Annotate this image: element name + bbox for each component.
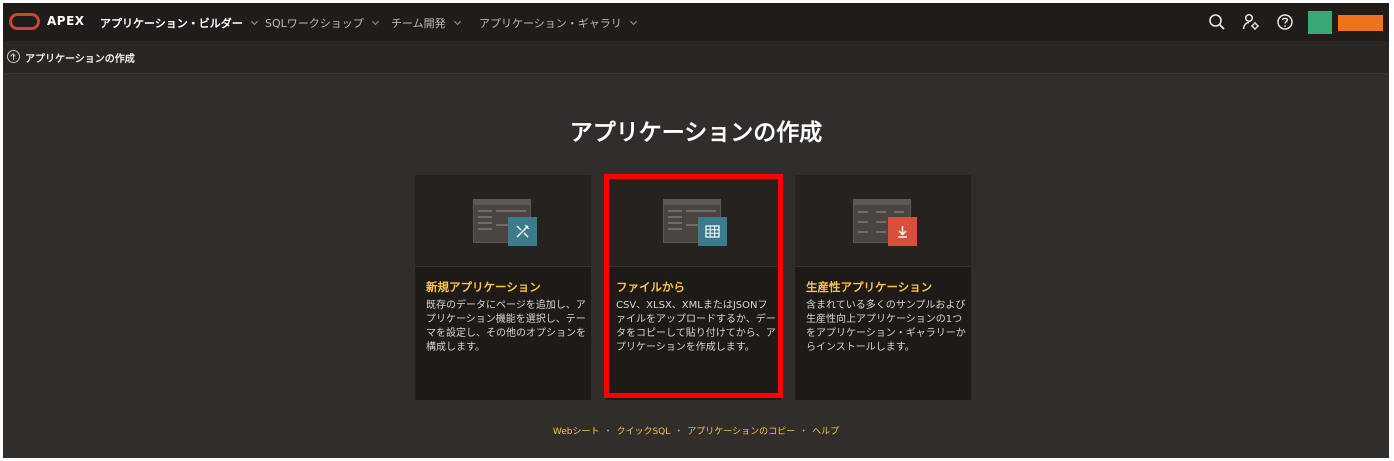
brand-name[interactable]: APEX [47, 14, 85, 28]
card-description: 既存のデータにページを追加し、アプリケーション機能を選択し、テーマを設定し、その… [426, 300, 586, 353]
card-description: 含まれている多くのサンプルおよび生産性向上アプリケーションの1つをアプリケーショ… [806, 300, 966, 353]
download-icon [888, 217, 917, 246]
card-description: CSV、XLSX、XMLまたはJSONファイルをアップロードするか、データをコピ… [616, 300, 776, 353]
search-icon[interactable] [1207, 12, 1227, 32]
nav-team-development-label: チーム開発 [391, 17, 446, 30]
oracle-logo-icon[interactable] [9, 13, 40, 30]
card-illustration-area [415, 175, 591, 267]
card-title: 新規アプリケーション [426, 280, 541, 294]
nav-app-builder[interactable]: アプリケーション・ビルダー [100, 15, 258, 31]
link-quick-sql[interactable]: クイックSQL [616, 427, 670, 437]
link-separator: ・ [799, 427, 809, 437]
card-illustration-area [795, 175, 971, 267]
link-separator: ・ [674, 427, 684, 437]
table-icon [698, 217, 727, 246]
link-copy-application[interactable]: アプリケーションのコピー [687, 427, 795, 437]
chevron-down-icon [250, 17, 258, 25]
card-title: 生産性アプリケーション [806, 280, 933, 294]
link-separator: ・ [603, 427, 613, 437]
card-from-file[interactable]: ファイルから CSV、XLSX、XMLまたはJSONファイルをアップロードするか… [605, 175, 781, 400]
user-settings-icon[interactable] [1241, 12, 1261, 32]
link-websheet[interactable]: Webシート [553, 427, 600, 437]
nav-sql-workshop-label: SQLワークショップ [265, 17, 364, 30]
user-avatar[interactable] [1308, 11, 1332, 34]
page-title: アプリケーションの作成 [569, 120, 823, 146]
card-productivity-application[interactable]: 生産性アプリケーション 含まれている多くのサンプルおよび生産性向上アプリケーショ… [795, 175, 971, 400]
card-title: ファイルから [616, 280, 685, 294]
arrow-up-circle-icon[interactable] [7, 50, 20, 63]
footer-links: Webシート・クイックSQL ・アプリケーションのコピー・ヘルプ [3, 424, 1389, 437]
nav-app-gallery-label: アプリケーション・ギャラリ [479, 17, 622, 30]
nav-app-builder-label: アプリケーション・ビルダー [100, 17, 243, 30]
breadcrumb-bar: アプリケーションの作成 [3, 41, 1389, 74]
chevron-down-icon [453, 17, 461, 25]
help-icon[interactable] [1275, 12, 1295, 32]
chevron-down-icon [629, 17, 637, 25]
nav-team-development[interactable]: チーム開発 [391, 15, 461, 31]
breadcrumb-current: アプリケーションの作成 [25, 54, 135, 65]
card-new-application[interactable]: 新規アプリケーション 既存のデータにページを追加し、アプリケーション機能を選択し… [415, 175, 591, 400]
nav-sql-workshop[interactable]: SQLワークショップ [265, 15, 379, 31]
apex-window: APEX アプリケーション・ビルダー SQLワークショップ チーム開発 アプリケ… [3, 3, 1389, 458]
wand-icon [508, 217, 537, 246]
link-help[interactable]: ヘルプ [812, 427, 839, 437]
chevron-down-icon [371, 17, 379, 25]
top-navigation-bar: APEX アプリケーション・ビルダー SQLワークショップ チーム開発 アプリケ… [3, 3, 1389, 41]
card-illustration-area [605, 175, 781, 267]
user-name-redacted[interactable] [1338, 15, 1383, 31]
nav-app-gallery[interactable]: アプリケーション・ギャラリ [479, 15, 637, 31]
